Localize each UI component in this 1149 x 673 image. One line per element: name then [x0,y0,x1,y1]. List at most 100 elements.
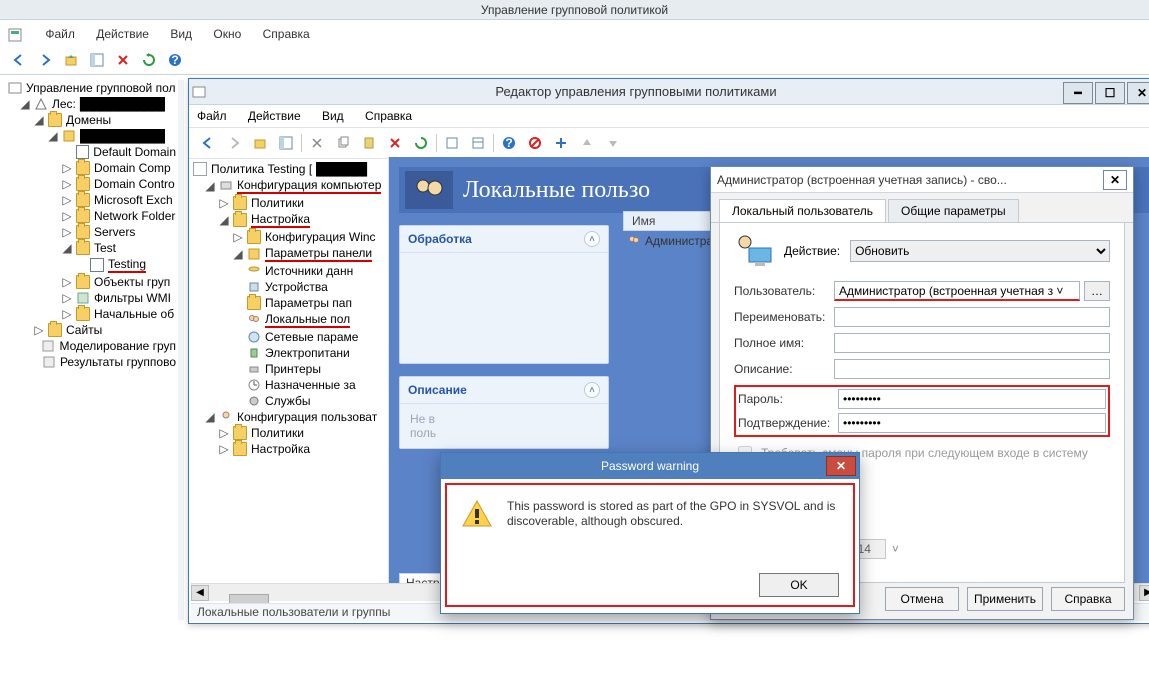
minimize-button[interactable]: ━ [1063,82,1093,104]
action-select[interactable]: Обновить [850,240,1110,262]
gptree-upolicies[interactable]: Политики [251,426,304,440]
show-hide-button[interactable] [275,132,297,154]
cut-button[interactable] [306,132,328,154]
expand-icon[interactable]: ◢ [48,129,58,143]
expand-icon[interactable]: ▷ [62,307,72,321]
refresh-button[interactable] [138,49,160,71]
help-button[interactable]: ? [498,132,520,154]
expand-icon[interactable]: ▷ [62,291,72,305]
menu-view[interactable]: Вид [170,24,192,44]
menu-window[interactable]: Окно [213,24,241,44]
gpedit-menu-help[interactable]: Справка [365,109,412,123]
gptree-cpanel[interactable]: Параметры панели [265,246,372,262]
cancel-button[interactable]: Отмена [885,587,959,611]
tree-forest-prefix[interactable]: Лес: [52,97,76,111]
tree-root[interactable]: Управление групповой пол [26,81,176,95]
show-hide-tree-button[interactable] [86,49,108,71]
forward-button[interactable] [34,49,56,71]
expand-icon[interactable]: ▷ [233,230,243,244]
menu-file[interactable]: Файл [45,24,75,44]
tree-domain-comp[interactable]: Domain Comp [94,161,171,175]
prohibit-button[interactable] [524,132,546,154]
menu-action[interactable]: Действие [96,24,149,44]
expand-icon[interactable]: ▷ [219,426,229,440]
tree-testing[interactable]: Testing [108,257,146,273]
gpedit-tree[interactable]: Политика Testing [██████ ◢Конфигурация к… [189,157,389,601]
chevron-up-icon[interactable]: ˄ [584,382,600,398]
paste-button[interactable] [358,132,380,154]
expand-icon[interactable]: ▷ [62,275,72,289]
ok-button[interactable]: OK [759,573,839,597]
gptree-prefs[interactable]: Настройка [251,212,310,228]
props-title-bar[interactable]: Администратор (встроенная учетная запись… [711,167,1133,193]
add-button[interactable] [550,132,572,154]
expand-icon[interactable]: ◢ [219,213,229,227]
expand-icon[interactable]: ◢ [205,410,215,424]
tree-starter[interactable]: Начальные об [94,307,174,321]
scroll-left-icon[interactable]: ◀ [191,585,209,601]
tree-domains[interactable]: Домены [66,113,111,127]
close-button[interactable]: ✕ [1103,170,1127,190]
gpedit-menu-action[interactable]: Действие [248,109,301,123]
gpedit-title-bar[interactable]: Редактор управления групповыми политикам… [189,79,1149,105]
tab-general[interactable]: Общие параметры [888,199,1019,222]
tree-domain-name[interactable]: ██████████ [80,129,165,143]
password-field[interactable] [838,389,1106,409]
gptree-root[interactable]: Политика Testing [ [211,162,312,176]
copy-button[interactable] [332,132,354,154]
list-button[interactable] [441,132,463,154]
tree-modeling[interactable]: Моделирование груп [59,339,176,353]
expand-icon[interactable]: ▷ [62,193,72,207]
tree-group-objects[interactable]: Объекты груп [94,275,170,289]
gpmc-tree[interactable]: Управление групповой пол ◢ Лес: █████████… [6,80,176,620]
gptree-power[interactable]: Электропитани [265,346,350,360]
maximize-button[interactable]: ☐ [1095,82,1125,104]
tree-results[interactable]: Результаты группово [60,355,176,369]
chevron-up-icon[interactable]: ˄ [584,231,600,247]
desc-field[interactable] [834,359,1110,379]
expand-icon[interactable]: ▷ [62,209,72,223]
refresh-button[interactable] [410,132,432,154]
expand-icon[interactable]: ◢ [34,113,44,127]
tab-local-user[interactable]: Локальный пользователь [719,199,886,222]
delete-button[interactable] [384,132,406,154]
close-button[interactable]: ✕ [1127,82,1149,104]
gptree-policies[interactable]: Политики [251,196,304,210]
up-button[interactable] [60,49,82,71]
expand-icon[interactable]: ◢ [62,241,72,255]
fullname-field[interactable] [834,333,1110,353]
expand-icon[interactable]: ◢ [20,97,30,111]
gptree-sched[interactable]: Назначенные за [265,378,356,392]
rename-field[interactable] [834,307,1110,327]
gpmc-splitter[interactable] [178,80,184,620]
expand-icon[interactable]: ▷ [62,161,72,175]
expand-icon[interactable]: ▷ [219,196,229,210]
forward-button[interactable] [223,132,245,154]
expand-icon[interactable]: ▷ [219,442,229,456]
gptree-datasrc[interactable]: Источники данн [265,264,353,278]
tree-net-folder[interactable]: Network Folder [94,209,175,223]
gptree-devices[interactable]: Устройства [265,280,328,294]
tree-default-domain[interactable]: Default Domain [93,145,176,159]
expand-icon[interactable]: ▷ [62,225,72,239]
gptree-comp[interactable]: Конфигурация компьютер [237,178,381,194]
gpedit-menu-view[interactable]: Вид [322,109,344,123]
detail-button[interactable] [467,132,489,154]
expand-icon[interactable]: ▷ [62,177,72,191]
tree-domain-contr[interactable]: Domain Contro [94,177,175,191]
tree-sites[interactable]: Сайты [66,323,102,337]
help-button[interactable]: Справка [1051,587,1125,611]
close-button[interactable]: ✕ [826,456,856,476]
tree-test[interactable]: Test [94,241,116,255]
apply-button[interactable]: Применить [967,587,1043,611]
tree-wmi[interactable]: Фильтры WMI [94,291,171,305]
expand-icon[interactable]: ◢ [233,247,243,261]
pw-title-bar[interactable]: Password warning ✕ [441,453,859,479]
delete-button[interactable] [112,49,134,71]
expand-icon[interactable]: ▷ [34,323,44,337]
gptree-services[interactable]: Службы [265,394,310,408]
gpedit-menu-file[interactable]: Файл [197,109,227,123]
back-button[interactable] [8,49,30,71]
movedown-button[interactable] [602,132,624,154]
gptree-folderopt[interactable]: Параметры пап [265,296,352,310]
